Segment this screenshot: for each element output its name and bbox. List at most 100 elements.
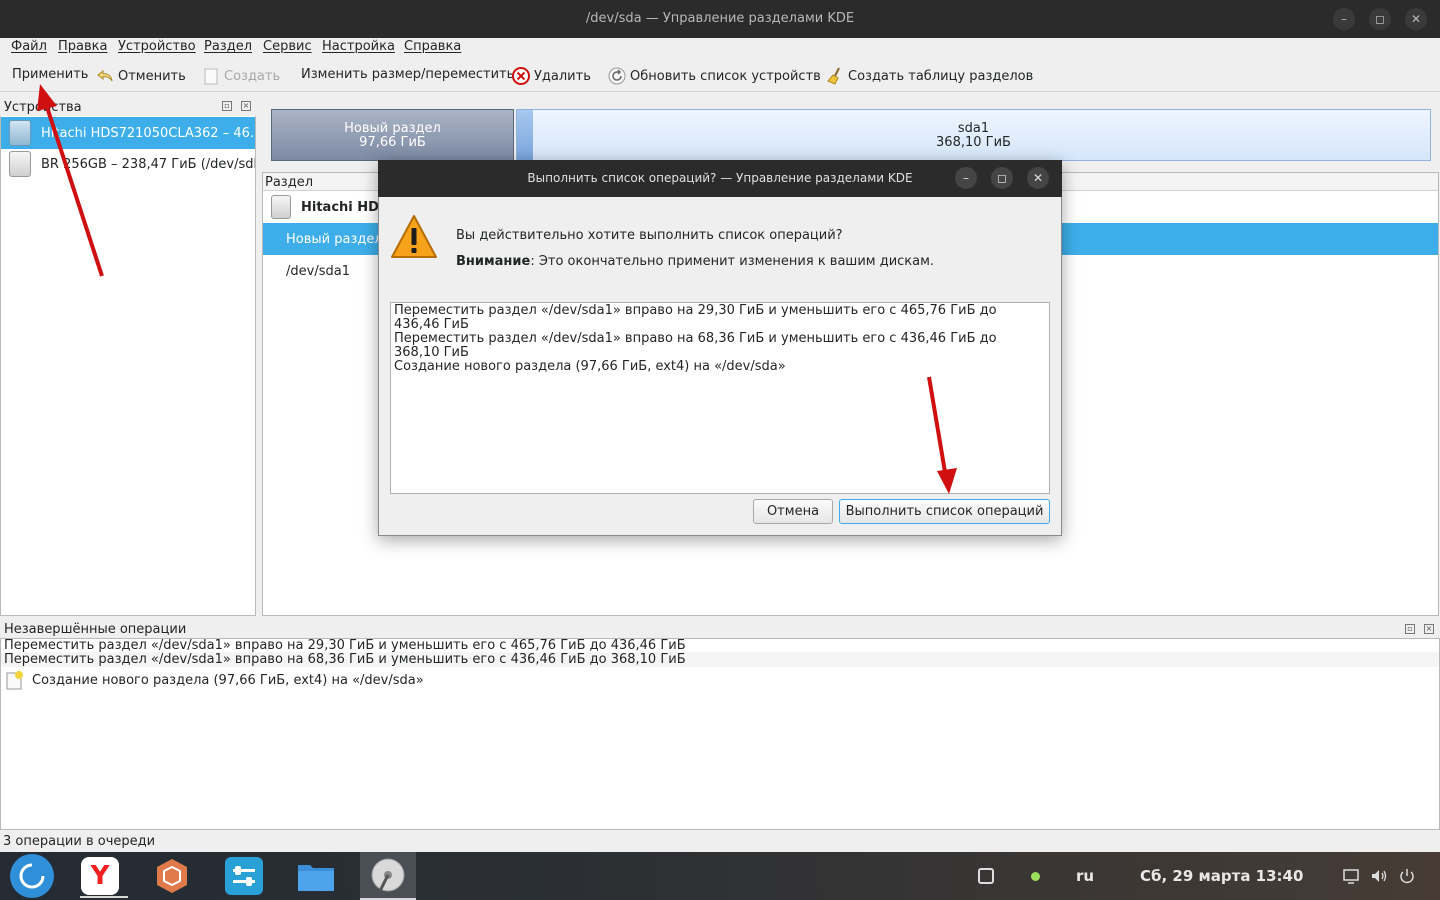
close-panel-icon[interactable]: × [241,101,251,111]
create-button[interactable]: Создать [202,67,280,85]
volume-icon[interactable] [1370,867,1388,885]
device-item-sdb[interactable]: BR 256GB – 238,47 ГиБ (/dev/sdb) [1,148,255,180]
create-partition-table-label: Создать таблицу разделов [848,68,1034,84]
table-row-label: /dev/sda1 [286,263,350,279]
settings-button[interactable] [223,856,265,896]
partition-bar-new-size: 97,66 ГиБ [359,135,426,150]
launcher-icon [19,863,45,889]
package-icon [157,859,187,893]
window-titlebar: /dev/sda — Управление разделами KDE – ◻ … [0,0,1440,38]
refresh-icon [608,67,626,85]
refresh-devices-button[interactable]: Обновить список устройств [608,67,821,85]
broom-icon [827,67,840,85]
list-item-label: Создание нового раздела (97,66 ГиБ, ext4… [32,672,424,688]
list-item: Переместить раздел «/dev/sda1» вправо на… [394,331,997,360]
menu-settings[interactable]: Настройка [322,39,395,54]
device-label: BR 256GB – 238,47 ГиБ (/dev/sdb) [41,156,255,172]
active-indicator [80,896,128,898]
power-icon[interactable] [1398,867,1416,885]
status-text: 3 операции в очереди [3,834,156,849]
menubar: Файл Правка Устройство Раздел Сервис Нас… [0,38,1440,58]
close-button[interactable]: ✕ [1405,8,1427,30]
devices-panel-title: Устройства [4,100,82,115]
start-menu-button[interactable] [10,854,54,898]
partition-manager-icon [371,858,405,892]
device-label: Hitachi HDS721050CLA362 – 46… [41,125,255,141]
list-item[interactable]: Создание нового раздела (97,66 ГиБ, ext4… [4,670,424,690]
hard-disk-icon [9,151,31,177]
dialog-warning: Внимание: Это окончательно применит изме… [456,254,934,269]
delete-label: Удалить [534,68,591,84]
delete-icon [512,67,530,85]
menu-edit[interactable]: Правка [58,39,107,54]
dialog-question: Вы действительно хотите выполнить список… [456,228,843,243]
hard-disk-icon [9,120,31,146]
partition-manager-button[interactable] [360,852,416,900]
dialog-titlebar: Выполнить список операций? — Управление … [378,160,1062,197]
cancel-button[interactable]: Отмена [753,499,833,524]
pending-operations-header: Незавершённые операции ▫ × [0,620,1440,638]
list-item[interactable]: Переместить раздел «/dev/sda1» вправо на… [1,652,1439,667]
column-partition[interactable]: Раздел [265,175,313,190]
dialog-maximize-button[interactable]: ◻ [991,167,1013,189]
undo-icon [97,69,113,82]
devices-panel-header: Устройства ▫ × [0,98,256,116]
dialog-warning-text: : Это окончательно применит изменения к … [530,254,935,269]
menu-file[interactable]: Файл [11,39,47,54]
dialog-warning-label: Внимание [456,254,531,269]
undo-label: Отменить [118,68,186,84]
partition-bar-sda1-used [517,110,533,160]
new-partition-icon [204,68,218,85]
apply-label: Применить [12,67,89,82]
window-title: /dev/sda — Управление разделами KDE [585,11,855,26]
refresh-devices-label: Обновить список устройств [630,68,821,84]
taskbar: Y ru Сб, 29 марта 13:40 [0,852,1440,900]
menu-tools[interactable]: Сервис [263,39,312,54]
menu-device[interactable]: Устройство [118,39,196,54]
table-row-label: Новый раздел [286,231,383,247]
partition-bar-new[interactable]: Новый раздел 97,66 ГиБ [271,109,514,161]
float-panel-icon[interactable]: ▫ [222,101,232,111]
dialog-close-button[interactable]: ✕ [1027,167,1049,189]
yandex-browser-button[interactable]: Y [79,856,121,896]
pending-operations-title: Незавершённые операции [4,622,187,637]
show-desktop-icon[interactable] [978,868,994,884]
network-icon[interactable] [1342,867,1360,885]
minimize-button[interactable]: – [1333,8,1355,30]
file-manager-button[interactable] [295,856,337,896]
list-item: Создание нового раздела (97,66 ГиБ, ext4… [394,359,786,374]
apply-button[interactable]: Применить [12,67,88,82]
create-partition-table-button[interactable]: Создать таблицу разделов [826,67,1033,85]
operations-list[interactable]: Переместить раздел «/dev/sda1» вправо на… [390,302,1050,494]
list-item: Переместить раздел «/dev/sda1» вправо на… [394,303,997,332]
dialog-minimize-button[interactable]: – [955,167,977,189]
list-item[interactable]: Переместить раздел «/dev/sda1» вправо на… [4,638,686,653]
new-partition-icon [6,671,23,690]
clock[interactable]: Сб, 29 марта 13:40 [1140,867,1303,885]
folder-icon [298,865,334,891]
partition-bar-new-name: Новый раздел [344,121,441,136]
hard-disk-icon [271,195,291,219]
package-manager-button[interactable] [151,856,193,896]
close-panel-icon[interactable]: × [1424,624,1434,634]
resize-move-label: Изменить размер/переместить [301,67,515,82]
delete-button[interactable]: Удалить [512,67,591,85]
toolbar: Применить Отменить Создать Изменить разм… [0,58,1440,92]
status-bar: 3 операции в очереди [0,830,1440,852]
partition-bar-sda1-size: 368,10 ГиБ [936,135,1011,150]
partition-bar-sda1[interactable]: sda1 368,10 ГиБ [516,109,1431,161]
device-item-sda[interactable]: Hitachi HDS721050CLA362 – 46… [1,117,255,149]
undo-button[interactable]: Отменить [96,67,186,85]
menu-partition[interactable]: Раздел [204,39,252,54]
partition-bar-sda1-name: sda1 [957,121,990,136]
resize-move-button[interactable]: Изменить размер/переместить [301,67,514,82]
maximize-button[interactable]: ◻ [1369,8,1391,30]
keyboard-layout[interactable]: ru [1076,867,1094,885]
table-row-label: Hitachi HDS [301,199,389,215]
execute-operations-button[interactable]: Выполнить список операций [839,499,1050,524]
settings-sliders-icon [225,857,263,895]
float-panel-icon[interactable]: ▫ [1405,624,1415,634]
menu-help[interactable]: Справка [404,39,461,54]
create-label: Создать [224,68,281,84]
status-dot-icon [1031,872,1040,881]
